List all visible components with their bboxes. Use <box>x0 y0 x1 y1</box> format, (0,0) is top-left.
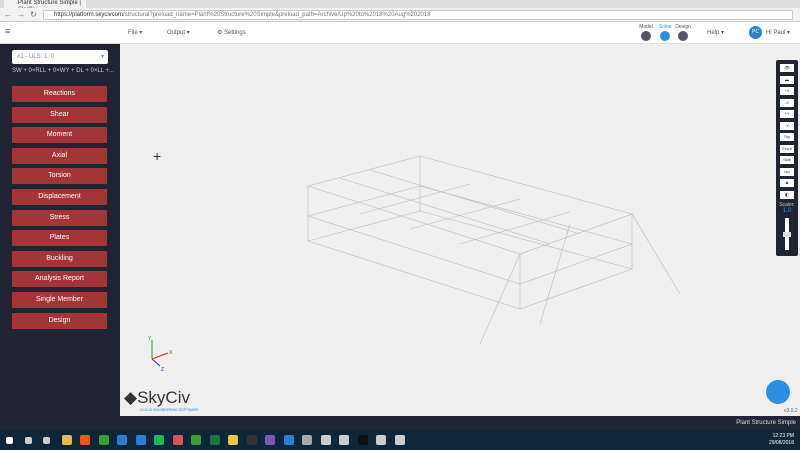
axis-y-label: Y <box>148 336 152 342</box>
axis-x-label: X <box>169 350 173 356</box>
project-name: Plant Structure Simple <box>736 420 796 426</box>
taskbar-app-icon[interactable] <box>135 435 146 445</box>
scaler-slider[interactable] <box>783 218 791 250</box>
axis-z-label: Z <box>161 367 164 373</box>
eye-icon[interactable]: 👁 <box>780 64 794 72</box>
menu-icon[interactable]: ≡ <box>5 26 10 36</box>
taskbar: 12:23 PM 29/08/2018 <box>0 430 800 450</box>
sidebar-button-single-member[interactable]: Single Member <box>12 292 107 308</box>
taskbar-app-icon[interactable] <box>283 435 294 445</box>
sidebar-button-design[interactable]: Design <box>12 312 107 329</box>
sidebar-button-plates[interactable]: Plates <box>12 230 107 247</box>
taskbar-app-icon[interactable] <box>172 435 183 445</box>
date: 29/08/2018 <box>768 440 794 446</box>
taskbar-app-icon[interactable] <box>228 435 238 445</box>
sidebar-button-axial[interactable]: Axial <box>12 147 107 164</box>
settings-menu[interactable]: ⚙ Settings <box>217 29 246 36</box>
help-menu[interactable]: Help ▾ <box>707 29 724 36</box>
skyciv-logo: ◆SkyCiv CLOUD ENGINEERING SOFTWARE <box>124 388 199 412</box>
taskbar-app-icon[interactable] <box>98 435 109 445</box>
stage-label: Model <box>639 24 653 30</box>
view-toolbar: Scaler: 1.0 👁 ▬ +X -X +Y -Y Top Front Side Iso ◙ ◧ <box>776 60 798 256</box>
view-button-minus-x[interactable]: -X <box>780 98 794 107</box>
taskbar-app-icon[interactable] <box>394 435 405 445</box>
taskbar-app-icon[interactable] <box>154 435 164 445</box>
clock: 12:23 PM 29/08/2018 <box>769 433 794 447</box>
user-menu[interactable]: Hi Paul ▾ <box>766 29 790 36</box>
stage-label: Solve <box>658 24 672 30</box>
stage-design[interactable]: Design <box>674 24 692 42</box>
taskbar-app-icon[interactable] <box>320 435 331 445</box>
load-combo-select[interactable]: #1 - ULS: 1. 0 ▾ <box>12 50 108 64</box>
search-icon[interactable] <box>24 437 32 444</box>
sidebar-button-reactions[interactable]: Reactions <box>12 86 107 102</box>
brand-tagline: CLOUD ENGINEERING SOFTWARE <box>140 408 199 412</box>
cube-icon[interactable]: ◧ <box>780 190 794 199</box>
stage-label: Design <box>675 24 691 30</box>
version: v3.0.2 <box>784 408 798 414</box>
chat-button[interactable] <box>766 380 790 404</box>
taskbar-app-icon[interactable] <box>357 435 368 445</box>
avatar[interactable]: PC <box>749 26 762 39</box>
output-menu[interactable]: Output ▾ <box>167 29 190 36</box>
load-combo-value: #1 - ULS: 1. 0 <box>17 54 55 60</box>
taskbar-app-icon[interactable] <box>80 435 90 445</box>
sidebar-button-analysis-report[interactable]: Analysis Report <box>12 271 107 288</box>
sidebar-button-moment[interactable]: Moment <box>12 127 107 144</box>
scaler-value: 1.0 <box>782 208 792 214</box>
3d-viewport[interactable]: + Y X Z <box>120 44 800 416</box>
forward-icon[interactable]: → <box>17 10 25 19</box>
app-header: ≡ File ▾ Output ▾ ⚙ Settings Model Solve… <box>0 22 800 44</box>
stage-model[interactable]: Model <box>637 24 655 42</box>
time: 12:23 PM <box>772 433 794 439</box>
status-bar: Plant Structure Simple <box>0 416 800 430</box>
task-view-icon[interactable] <box>43 437 50 444</box>
camera-icon[interactable]: ◙ <box>780 179 794 187</box>
stage-solve[interactable]: Solve <box>656 24 674 42</box>
taskbar-app-icon[interactable] <box>302 435 312 445</box>
file-menu[interactable]: File ▾ <box>128 29 142 36</box>
taskbar-app-icon[interactable] <box>376 435 386 445</box>
view-button-plusminus-x[interactable]: +X <box>780 87 794 95</box>
view-button-iso[interactable]: Iso <box>780 167 794 176</box>
taskbar-app-icon[interactable] <box>265 435 275 445</box>
sidebar-button-shear[interactable]: Shear <box>12 106 107 123</box>
sidebar-button-torsion[interactable]: Torsion <box>12 168 107 185</box>
start-icon[interactable] <box>6 437 13 444</box>
sidebar-button-stress[interactable]: Stress <box>12 209 107 226</box>
view-button-front[interactable]: Front <box>780 144 794 153</box>
address-bar: ← → ↻ https://platform.skycivcom/structu… <box>0 8 800 22</box>
structure-wireframe: + <box>153 148 681 345</box>
view-button-top[interactable]: Top <box>780 133 794 141</box>
taskbar-app-icon[interactable] <box>117 435 127 445</box>
axes-triad: Y X Z <box>148 336 173 373</box>
folder-icon[interactable]: ▬ <box>780 75 794 84</box>
url-input[interactable]: https://platform.skycivcom/structural?pr… <box>43 10 793 20</box>
chevron-down-icon: ▾ <box>100 54 104 60</box>
browser-tab[interactable]: Plant Structure Simple | SkyCiv <box>4 0 86 13</box>
view-button-minus-y[interactable]: -Y <box>780 121 794 130</box>
url-host: https://platform.skycivcom <box>54 12 124 18</box>
cursor-crosshair: + <box>153 148 161 164</box>
settings-label: Settings <box>224 30 246 36</box>
combo-formula: SW + 0×RLL + 0×WY + DL + 0×LL +... <box>12 68 114 74</box>
reload-icon[interactable]: ↻ <box>30 10 37 19</box>
taskbar-app-icon[interactable] <box>209 435 220 445</box>
sidebar-button-displacement[interactable]: Displacement <box>12 189 107 205</box>
browser-tab-bar: Plant Structure Simple | SkyCiv <box>0 0 800 13</box>
taskbar-app-icon[interactable] <box>61 435 72 445</box>
taskbar-app-icon[interactable] <box>246 435 257 445</box>
brand-name: SkyCiv <box>137 388 190 407</box>
back-icon[interactable]: ← <box>4 10 12 19</box>
url-path: /structural?preload_name=Plant%20Structu… <box>123 12 431 18</box>
taskbar-app-icon[interactable] <box>339 435 349 445</box>
view-button-plusminus-y[interactable]: +Y <box>780 110 794 118</box>
view-button-side[interactable]: Side <box>780 156 794 164</box>
sidebar-button-buckling[interactable]: Buckling <box>12 250 107 267</box>
taskbar-app-icon[interactable] <box>191 435 201 445</box>
